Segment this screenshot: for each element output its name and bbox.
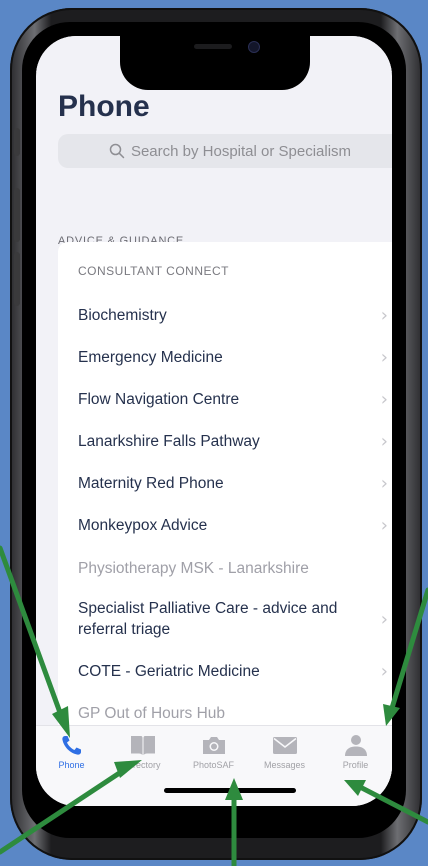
tab-label: Profile xyxy=(342,760,369,770)
tab-label: PhotoSAF xyxy=(192,760,235,770)
list-item-flow-navigation-centre[interactable]: Flow Navigation Centre › xyxy=(78,387,388,411)
list-item-lanarkshire-falls-pathway[interactable]: Lanarkshire Falls Pathway › xyxy=(78,429,388,453)
consultant-connect-card: CONSULTANT CONNECT Biochemistry › Emerge… xyxy=(58,242,392,782)
list-item-label: Flow Navigation Centre xyxy=(78,390,240,408)
tab-label: Directory xyxy=(124,760,161,770)
list-item-gp-out-of-hours-hub: GP Out of Hours Hub xyxy=(78,701,388,725)
book-icon xyxy=(130,736,155,755)
page-title: Phone xyxy=(58,90,150,123)
list-item-physiotherapy-msk: Physiotherapy MSK - Lanarkshire xyxy=(78,556,388,580)
chevron-right-icon: › xyxy=(380,660,388,682)
phone-icon xyxy=(61,736,81,755)
list-item-monkeypox-advice[interactable]: Monkeypox Advice › xyxy=(78,513,388,537)
list-item-biochemistry[interactable]: Biochemistry › xyxy=(78,303,388,327)
list-item-label: Biochemistry xyxy=(78,306,167,324)
search-icon xyxy=(109,143,125,159)
list-item-label: Lanarkshire Falls Pathway xyxy=(78,432,260,450)
person-icon xyxy=(344,735,367,756)
chevron-right-icon: › xyxy=(380,430,388,452)
chevron-right-icon: › xyxy=(380,514,388,536)
tab-directory[interactable]: Directory xyxy=(107,732,178,778)
list-item-label: Physiotherapy MSK - Lanarkshire xyxy=(78,559,309,577)
volume-up-button xyxy=(14,188,20,242)
speaker-grille xyxy=(194,44,232,49)
camera-icon xyxy=(202,737,225,754)
tab-photosaf[interactable]: PhotoSAF xyxy=(178,732,249,778)
volume-down-button xyxy=(14,252,20,306)
search-placeholder: Search by Hospital or Specialism xyxy=(130,142,352,160)
list-item-maternity-red-phone[interactable]: Maternity Red Phone › xyxy=(78,471,388,495)
tab-profile[interactable]: Profile xyxy=(320,732,391,778)
list-item-specialist-palliative-care[interactable]: Specialist Palliative Care - advice and … xyxy=(78,597,388,641)
tab-phone[interactable]: Phone xyxy=(36,732,107,778)
search-input[interactable]: Search by Hospital or Specialism xyxy=(58,134,392,168)
chevron-right-icon: › xyxy=(380,388,388,410)
list-item-label: Maternity Red Phone xyxy=(78,474,224,492)
list-item-cote-geriatric-medicine[interactable]: COTE - Geriatric Medicine › xyxy=(78,659,388,683)
list-item-label: Monkeypox Advice xyxy=(78,516,208,534)
tab-label: Phone xyxy=(58,760,85,770)
list-item-label: Emergency Medicine xyxy=(78,348,223,366)
chevron-right-icon: › xyxy=(380,472,388,494)
tab-label: Messages xyxy=(263,760,306,770)
tab-messages[interactable]: Messages xyxy=(249,732,320,778)
front-camera xyxy=(248,41,260,53)
chevron-right-icon: › xyxy=(380,304,388,326)
list-item-label: COTE - Geriatric Medicine xyxy=(78,662,260,680)
list-item-label: Specialist Palliative Care - advice and … xyxy=(78,600,338,638)
tab-bar: Phone Directory PhotoSAF Messages Profil… xyxy=(36,725,392,806)
phone-screen: Phone Search by Hospital or Specialism A… xyxy=(36,36,392,806)
home-indicator xyxy=(164,788,296,793)
list-item-label: GP Out of Hours Hub xyxy=(78,704,226,722)
notch xyxy=(120,36,310,90)
envelope-icon xyxy=(272,737,297,754)
chevron-right-icon: › xyxy=(380,346,388,368)
group-header: CONSULTANT CONNECT xyxy=(78,264,230,278)
list-item-emergency-medicine[interactable]: Emergency Medicine › xyxy=(78,345,388,369)
chevron-right-icon: › xyxy=(380,608,388,630)
silent-switch xyxy=(14,128,20,156)
